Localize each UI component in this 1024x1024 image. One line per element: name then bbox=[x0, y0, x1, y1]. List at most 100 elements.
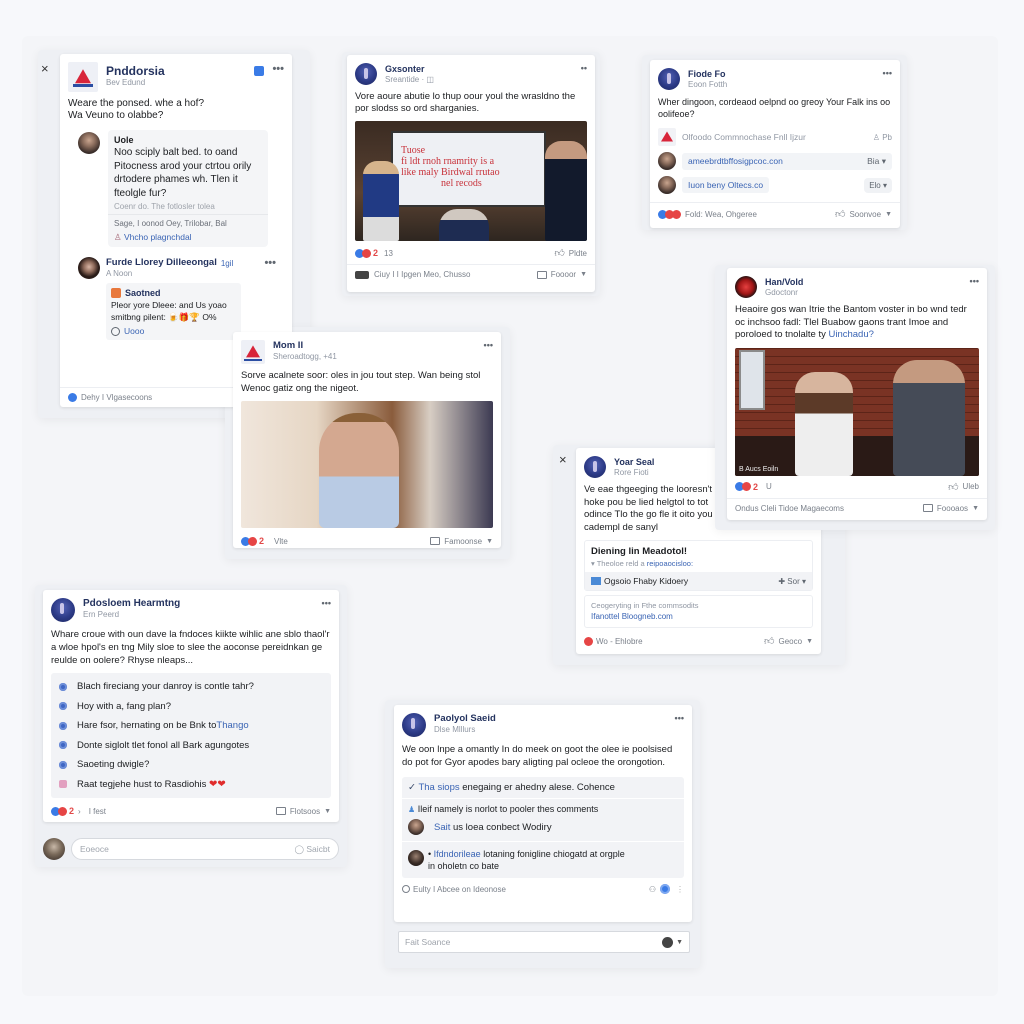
reply-action[interactable]: Uooo bbox=[124, 326, 144, 336]
chevron-down-icon[interactable]: ▼ bbox=[676, 939, 683, 946]
check-icon: ✓ bbox=[408, 782, 416, 793]
share-button[interactable]: Foooaos bbox=[937, 504, 968, 513]
link-row[interactable]: Iuon beny Oltecs.co bbox=[682, 177, 770, 193]
like-button[interactable]: Uleb bbox=[963, 482, 979, 491]
chevron-down-icon[interactable]: ▼ bbox=[972, 505, 979, 512]
contact-avatar[interactable] bbox=[658, 176, 676, 194]
dropdown[interactable]: Bia ▾ bbox=[867, 156, 886, 167]
reactions-summary[interactable]: Dehy I Vlgasecoons bbox=[81, 393, 152, 402]
reply-suffix: O% bbox=[202, 312, 217, 322]
love-reaction-icon bbox=[584, 636, 593, 646]
suggestion-action[interactable]: ♙ Pb bbox=[873, 133, 892, 142]
more-options-icon[interactable]: ••• bbox=[264, 258, 276, 269]
thread-item[interactable]: • Ifdndorileae lotaning fonigline chioga… bbox=[402, 842, 684, 878]
more-icon[interactable]: ⋮ bbox=[676, 885, 684, 894]
comment-composer: Eoeoce ◯ Saicbt bbox=[43, 838, 339, 860]
close-icon[interactable]: × bbox=[559, 453, 567, 466]
reaction-extra: 13 bbox=[384, 248, 393, 258]
more-options-icon[interactable]: ••• bbox=[883, 68, 892, 78]
page-subtitle: Ern Peerd bbox=[83, 610, 120, 619]
post-image[interactable] bbox=[241, 401, 493, 528]
follow-button[interactable]: ✚ Sor ▾ bbox=[778, 577, 806, 586]
comment-sub: A Noon bbox=[106, 269, 133, 278]
chevron-down-icon[interactable]: ▼ bbox=[324, 808, 331, 815]
profile-avatar[interactable] bbox=[584, 456, 606, 478]
reaction-count[interactable]: 2 bbox=[259, 536, 264, 546]
comment-link[interactable]: Vhcho plagnchdal bbox=[124, 232, 192, 242]
clock-icon bbox=[402, 885, 410, 893]
like-icon: 👍︎ bbox=[835, 209, 846, 220]
profile-avatar[interactable] bbox=[735, 276, 757, 298]
thread-item[interactable]: ✓ Tha siops enegaing er ahedny alese. Co… bbox=[402, 777, 684, 799]
profile-avatar[interactable] bbox=[355, 63, 377, 85]
like-icon: 👍︎ bbox=[554, 248, 565, 259]
reactions-summary[interactable]: Fold: Wea, Ohgeree bbox=[685, 210, 757, 219]
comment-author[interactable]: Furde Llorey Dilleeongal bbox=[106, 257, 217, 269]
commenter-avatar[interactable] bbox=[408, 819, 424, 835]
reaction-count[interactable]: 2 bbox=[69, 806, 74, 816]
post-link[interactable]: Uinchadu? bbox=[828, 329, 873, 340]
chevron-down-icon[interactable]: ▼ bbox=[580, 271, 587, 278]
post-text: Weare the ponsed. whe a hof? Wa Veuno to… bbox=[68, 98, 205, 121]
event-box[interactable]: Diening lin Meadotol! ▾ Theoloe reld a r… bbox=[584, 540, 813, 591]
close-icon[interactable]: × bbox=[41, 62, 49, 75]
list-item[interactable]: Hoy with a, fang plan? bbox=[59, 697, 323, 717]
user-avatar[interactable] bbox=[43, 838, 65, 860]
thread-item[interactable]: ♟ Ileif namely is norlot to pooler thes … bbox=[402, 799, 684, 816]
comment-author[interactable]: Uole bbox=[114, 134, 262, 146]
list-item[interactable]: Blach fireciang your danroy is contle ta… bbox=[59, 677, 323, 697]
more-options-icon[interactable]: •• bbox=[581, 63, 587, 73]
chevron-down-icon[interactable]: ▼ bbox=[806, 638, 813, 645]
contact-avatar[interactable] bbox=[658, 152, 676, 170]
event-row-text: Ogsoio Fhaby Kidoery bbox=[604, 576, 689, 586]
page-subtitle: Eoon Fotth bbox=[688, 80, 728, 89]
love-reaction-icon bbox=[58, 806, 67, 816]
more-options-icon[interactable]: ••• bbox=[970, 276, 979, 286]
like-button[interactable]: Pldte bbox=[569, 249, 587, 258]
comment-submit[interactable]: ◯ Saicbt bbox=[295, 844, 331, 855]
dropdown[interactable]: Elo ▾ bbox=[864, 177, 892, 193]
chevron-down-icon[interactable]: ▼ bbox=[885, 211, 892, 218]
note-link[interactable]: Ifanottel Bloogneb.com bbox=[591, 611, 806, 623]
commenter-avatar[interactable] bbox=[78, 132, 100, 154]
list-item[interactable]: Raat tegjehe hust to Rasdiohis ❤❤ bbox=[59, 775, 323, 795]
chevron-down-icon[interactable]: ▼ bbox=[486, 538, 493, 545]
thread-item[interactable]: Sait us loea conbect Wodiry bbox=[402, 816, 684, 842]
page-name[interactable]: Han/Vold bbox=[765, 276, 970, 288]
action-button[interactable]: Soonvoe bbox=[849, 210, 881, 219]
profile-avatar[interactable] bbox=[658, 68, 680, 90]
verified-icon bbox=[660, 884, 670, 894]
page-name[interactable]: Gxsonter bbox=[385, 63, 581, 75]
reaction-count[interactable]: 2 bbox=[373, 248, 378, 258]
page-name[interactable]: Pdosloem Hearmtng bbox=[83, 598, 322, 610]
list-item[interactable]: Saoeting dwigle? bbox=[59, 755, 323, 775]
post-text: Sorve acalnete soor: oles in jou tout st… bbox=[241, 370, 481, 394]
reaction-count[interactable]: 2 bbox=[753, 482, 758, 492]
more-options-icon[interactable]: ••• bbox=[322, 598, 331, 608]
share-button[interactable]: Famoonse bbox=[444, 537, 482, 546]
share-button[interactable]: Flotsoos bbox=[290, 807, 320, 816]
comment-input[interactable]: Eoeoce ◯ Saicbt bbox=[71, 838, 339, 860]
footer-summary: Ondus Cleli Tidoe Magaecoms bbox=[735, 503, 844, 513]
list-item[interactable]: Hare fsor, hernating on be Bnk to Thango bbox=[59, 716, 323, 736]
profile-avatar[interactable] bbox=[51, 598, 75, 622]
search-input[interactable]: Fait Soance ▼ bbox=[398, 931, 690, 953]
brand-logo-icon bbox=[658, 128, 676, 146]
more-options-icon[interactable]: ••• bbox=[675, 713, 684, 723]
more-options-icon[interactable]: ••• bbox=[484, 340, 493, 350]
page-name[interactable]: Paolyol Saeid bbox=[434, 713, 675, 725]
commenter-avatar[interactable] bbox=[408, 850, 424, 866]
page-name[interactable]: Mom II bbox=[273, 340, 484, 352]
share-button[interactable]: Foooor bbox=[551, 270, 576, 279]
more-options-icon[interactable]: ••• bbox=[272, 64, 284, 75]
page-name[interactable]: Fiode Fo bbox=[688, 68, 883, 80]
post-image[interactable]: B Aucs Eoiln bbox=[735, 347, 979, 476]
list-item[interactable]: Donte siglolt tlet fonol all Bark agungo… bbox=[59, 736, 323, 756]
like-button[interactable]: Geoco bbox=[778, 637, 802, 646]
event-title[interactable]: Diening lin Meadotol! bbox=[585, 541, 812, 559]
post-image[interactable]: Tuose fi ldt rnoh rnamrity is a like mal… bbox=[355, 121, 587, 241]
link-row[interactable]: ameebrdtbffosigpcoc.con Bia ▾ bbox=[682, 152, 892, 170]
page-name[interactable]: Pnddorsia bbox=[106, 64, 254, 78]
commenter-avatar[interactable] bbox=[78, 257, 100, 279]
profile-avatar[interactable] bbox=[402, 713, 426, 737]
